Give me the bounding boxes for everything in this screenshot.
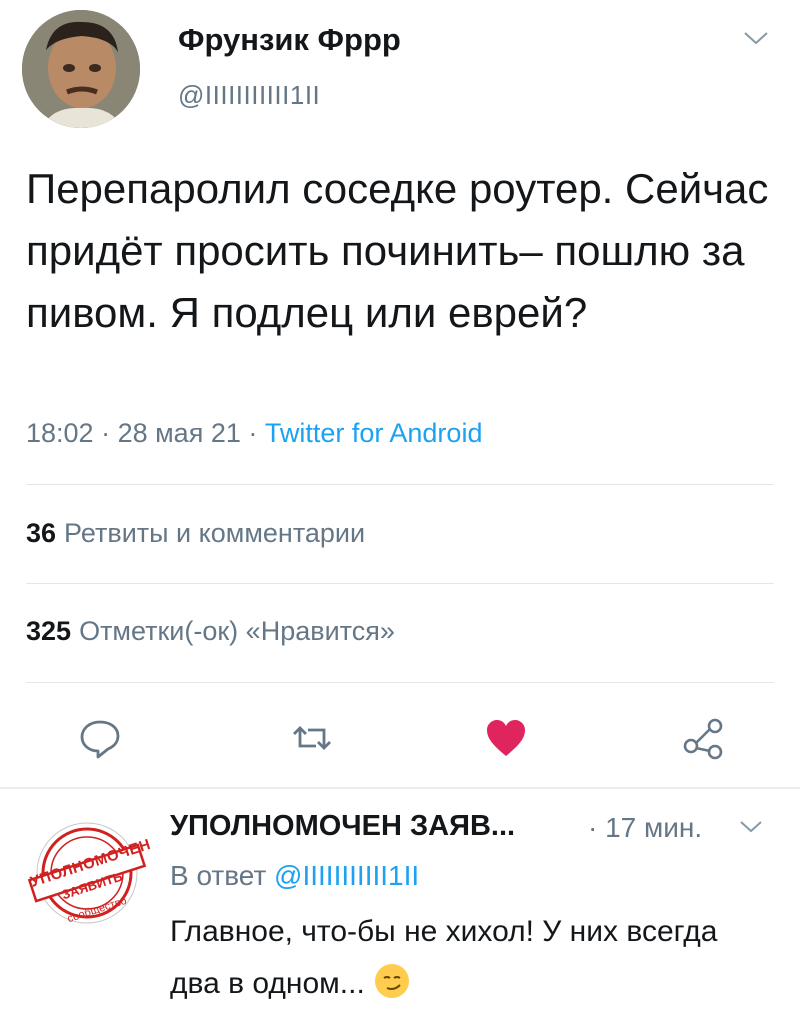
- reply-time: · 17 мин.: [588, 812, 703, 843]
- reply-text: Главное, что-бы не хихол! У них всегда д…: [170, 915, 718, 1000]
- heart-icon[interactable]: [484, 716, 528, 760]
- reply-text-block: Главное, что-бы не хихол! У них всегда д…: [170, 906, 770, 1010]
- retweets-count: 36: [26, 518, 57, 548]
- likes-stat[interactable]: 325 Отметки(-ок) «Нравится»: [26, 616, 395, 647]
- reply-to-line: В ответ @IIIIIIIIIII1II: [170, 860, 419, 892]
- likes-count: 325: [26, 616, 72, 646]
- share-icon[interactable]: [682, 716, 726, 760]
- tweet-client-link[interactable]: Twitter for Android: [265, 418, 483, 448]
- divider: [26, 484, 774, 485]
- retweets-label: Ретвиты и комментарии: [64, 518, 366, 548]
- smirk-emoji-icon: [374, 964, 409, 998]
- retweets-stat[interactable]: 36 Ретвиты и комментарии: [26, 518, 365, 549]
- reply-author-name[interactable]: УПОЛНОМОЧЕН ЗАЯВ...: [170, 810, 515, 843]
- tweet-date: 28 мая 21: [117, 418, 241, 448]
- tweet-meta: 18:02 · 28 мая 21 · Twitter for Android: [26, 418, 482, 449]
- meta-separator: ·: [240, 418, 265, 448]
- tweet-text: Перепаролил соседке роутер. Сейчас придё…: [26, 165, 769, 336]
- tweet-time: 18:02: [26, 418, 94, 448]
- author-handle[interactable]: @IIIIIIIIIII1II: [178, 80, 320, 111]
- reply-to-label: В ответ: [170, 860, 267, 891]
- reply-to-mention[interactable]: @IIIIIIIIIII1II: [274, 860, 419, 891]
- reply-icon[interactable]: [78, 716, 122, 760]
- chevron-down-icon[interactable]: [738, 818, 764, 836]
- divider: [0, 787, 800, 789]
- chevron-down-icon[interactable]: [742, 28, 770, 48]
- author-avatar[interactable]: [22, 10, 140, 128]
- retweet-icon[interactable]: [290, 716, 334, 760]
- likes-label: Отметки(-ок) «Нравится»: [79, 616, 395, 646]
- divider: [26, 682, 774, 683]
- meta-separator: ·: [93, 418, 118, 448]
- reply-author-avatar[interactable]: УПОЛНОМОЧЕН ЗАЯВИТЬ сообщество: [22, 808, 153, 938]
- author-name[interactable]: Фрунзик Фррр: [178, 22, 401, 58]
- divider: [26, 583, 774, 584]
